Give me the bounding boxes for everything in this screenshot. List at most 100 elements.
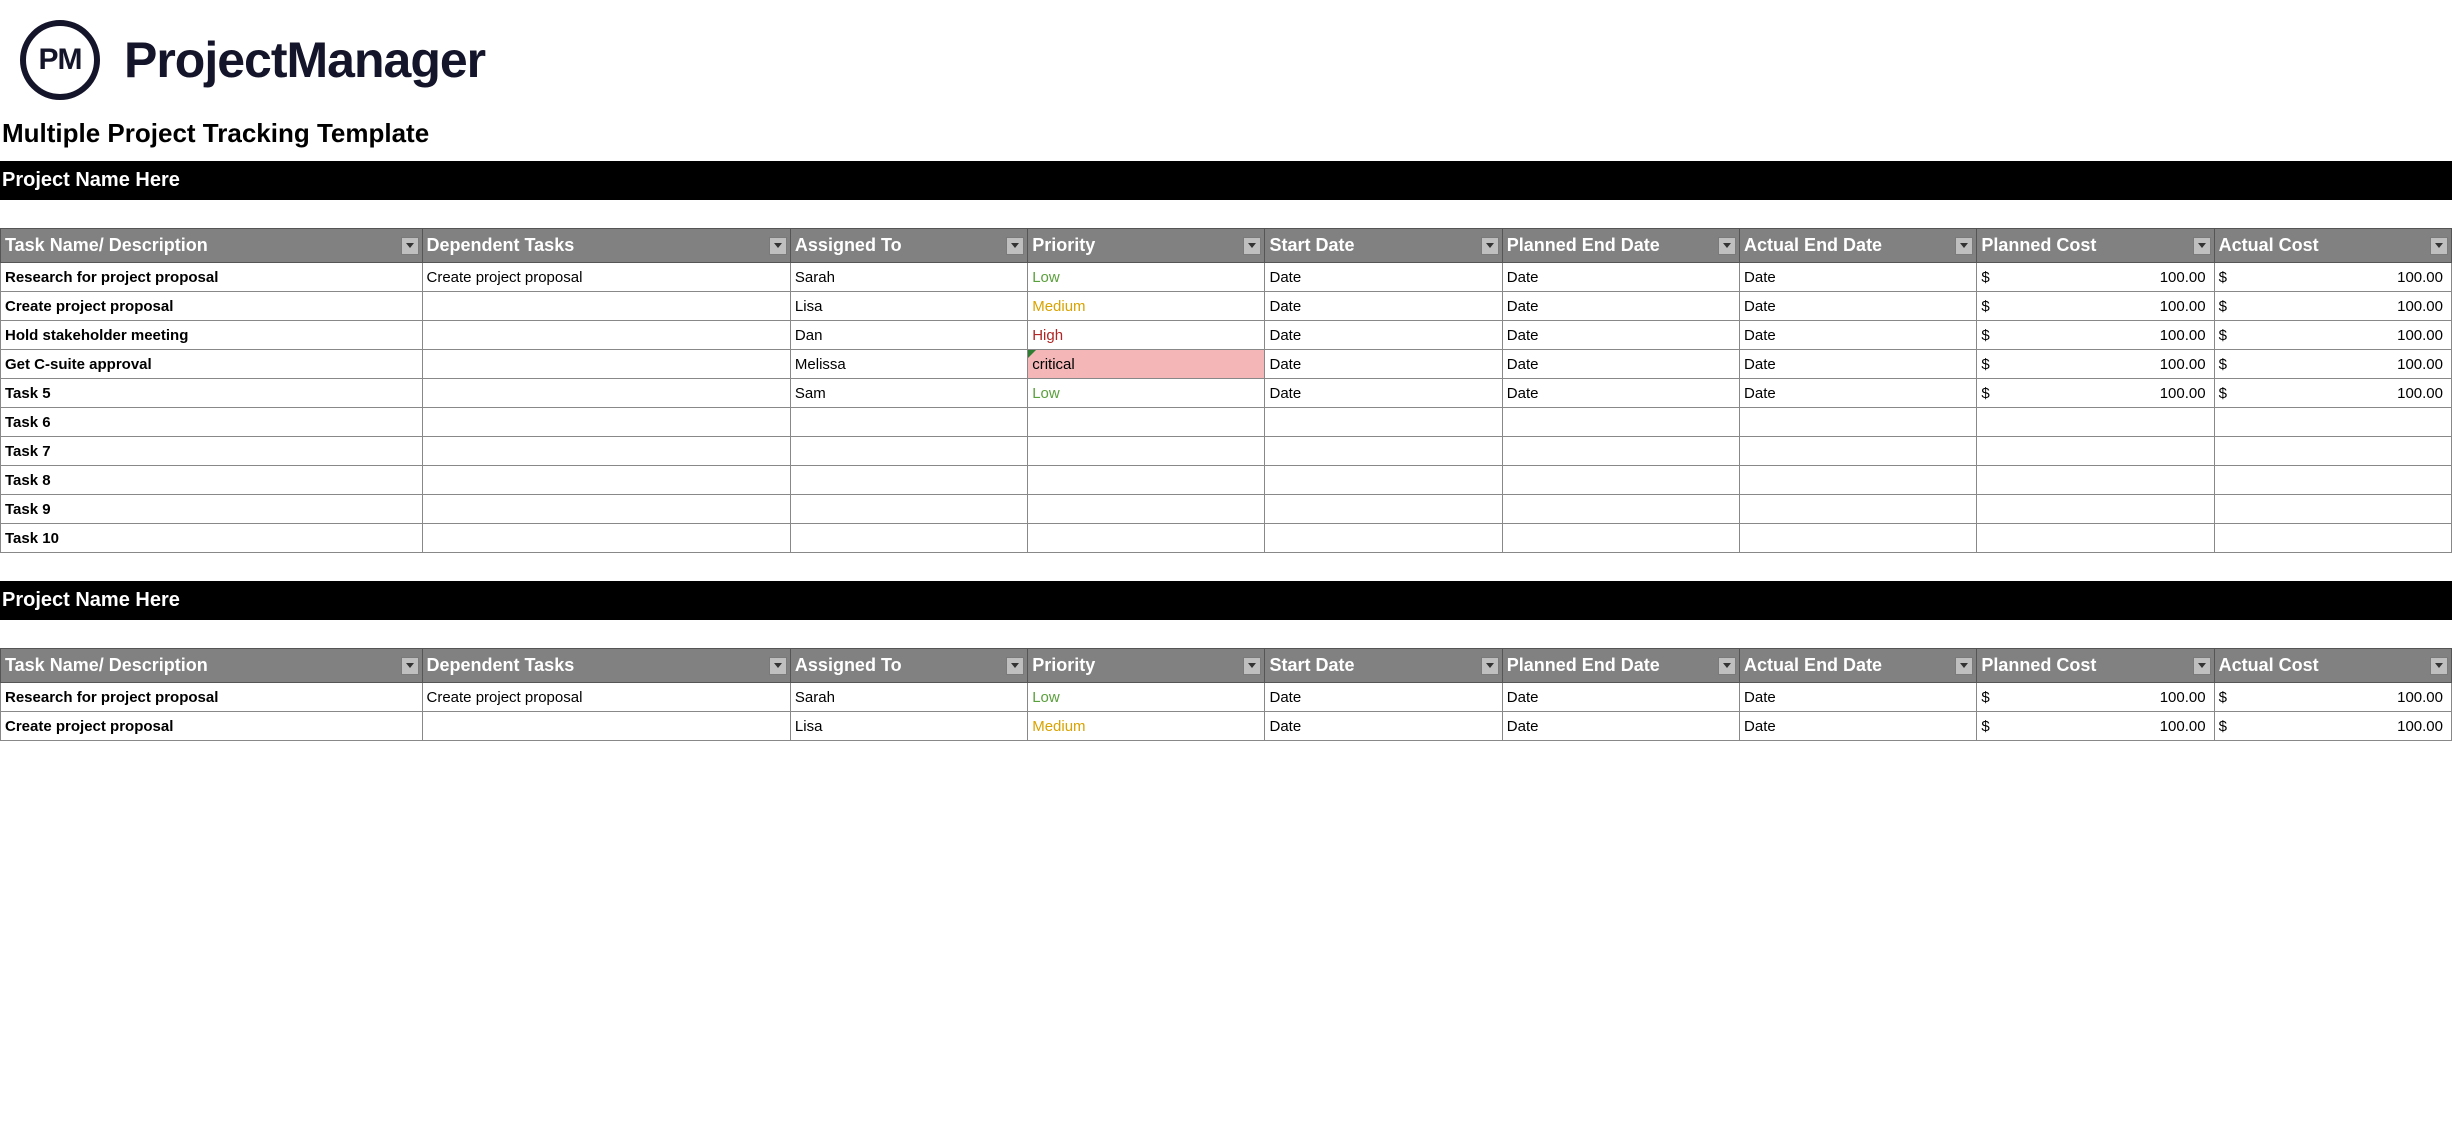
- start-date-cell[interactable]: Date: [1265, 263, 1502, 292]
- task-name-cell[interactable]: Task 9: [1, 495, 423, 524]
- filter-dropdown-icon[interactable]: [1006, 237, 1024, 255]
- priority-cell[interactable]: [1028, 437, 1265, 466]
- dependent-tasks-cell[interactable]: [422, 321, 790, 350]
- assigned-to-cell[interactable]: Sarah: [790, 683, 1027, 712]
- dependent-tasks-cell[interactable]: [422, 495, 790, 524]
- actual-end-date-cell[interactable]: [1740, 524, 1977, 553]
- planned-end-date-cell[interactable]: [1502, 466, 1739, 495]
- assigned-to-cell[interactable]: Lisa: [790, 292, 1027, 321]
- planned-end-date-cell[interactable]: Date: [1502, 350, 1739, 379]
- actual-end-date-cell[interactable]: Date: [1740, 292, 1977, 321]
- filter-dropdown-icon[interactable]: [1243, 237, 1261, 255]
- start-date-cell[interactable]: Date: [1265, 379, 1502, 408]
- planned-cost-cell[interactable]: [1977, 408, 2214, 437]
- actual-cost-cell[interactable]: $100.00: [2214, 379, 2451, 408]
- planned-cost-cell[interactable]: $100.00: [1977, 683, 2214, 712]
- assigned-to-cell[interactable]: Dan: [790, 321, 1027, 350]
- assigned-to-cell[interactable]: [790, 408, 1027, 437]
- assigned-to-cell[interactable]: Lisa: [790, 712, 1027, 741]
- actual-cost-cell[interactable]: [2214, 495, 2451, 524]
- task-name-cell[interactable]: Task 10: [1, 524, 423, 553]
- assigned-to-cell[interactable]: [790, 524, 1027, 553]
- dependent-tasks-cell[interactable]: [422, 524, 790, 553]
- planned-end-date-cell[interactable]: Date: [1502, 683, 1739, 712]
- filter-dropdown-icon[interactable]: [769, 657, 787, 675]
- planned-cost-cell[interactable]: $100.00: [1977, 350, 2214, 379]
- start-date-cell[interactable]: [1265, 524, 1502, 553]
- actual-end-date-cell[interactable]: [1740, 466, 1977, 495]
- planned-end-date-cell[interactable]: [1502, 408, 1739, 437]
- actual-end-date-cell[interactable]: Date: [1740, 379, 1977, 408]
- filter-dropdown-icon[interactable]: [1481, 237, 1499, 255]
- actual-cost-cell[interactable]: $100.00: [2214, 712, 2451, 741]
- planned-cost-cell[interactable]: [1977, 524, 2214, 553]
- actual-cost-cell[interactable]: $100.00: [2214, 350, 2451, 379]
- filter-dropdown-icon[interactable]: [1955, 237, 1973, 255]
- project-name-bar[interactable]: Project Name Here: [0, 161, 2452, 200]
- planned-cost-cell[interactable]: $100.00: [1977, 379, 2214, 408]
- dependent-tasks-cell[interactable]: [422, 379, 790, 408]
- planned-cost-cell[interactable]: [1977, 466, 2214, 495]
- filter-dropdown-icon[interactable]: [2430, 237, 2448, 255]
- actual-cost-cell[interactable]: [2214, 466, 2451, 495]
- planned-end-date-cell[interactable]: Date: [1502, 263, 1739, 292]
- actual-cost-cell[interactable]: [2214, 437, 2451, 466]
- priority-cell[interactable]: High: [1028, 321, 1265, 350]
- priority-cell[interactable]: Low: [1028, 683, 1265, 712]
- priority-cell[interactable]: [1028, 495, 1265, 524]
- assigned-to-cell[interactable]: [790, 495, 1027, 524]
- filter-dropdown-icon[interactable]: [401, 657, 419, 675]
- planned-cost-cell[interactable]: $100.00: [1977, 321, 2214, 350]
- dependent-tasks-cell[interactable]: [422, 712, 790, 741]
- priority-cell[interactable]: Low: [1028, 379, 1265, 408]
- task-name-cell[interactable]: Research for project proposal: [1, 263, 423, 292]
- task-name-cell[interactable]: Create project proposal: [1, 292, 423, 321]
- planned-cost-cell[interactable]: [1977, 437, 2214, 466]
- task-name-cell[interactable]: Task 6: [1, 408, 423, 437]
- filter-dropdown-icon[interactable]: [1006, 657, 1024, 675]
- planned-end-date-cell[interactable]: Date: [1502, 321, 1739, 350]
- actual-cost-cell[interactable]: [2214, 524, 2451, 553]
- assigned-to-cell[interactable]: [790, 437, 1027, 466]
- actual-end-date-cell[interactable]: [1740, 495, 1977, 524]
- filter-dropdown-icon[interactable]: [2193, 237, 2211, 255]
- assigned-to-cell[interactable]: Melissa: [790, 350, 1027, 379]
- priority-cell[interactable]: critical: [1028, 350, 1265, 379]
- filter-dropdown-icon[interactable]: [401, 237, 419, 255]
- dependent-tasks-cell[interactable]: [422, 466, 790, 495]
- dependent-tasks-cell[interactable]: [422, 408, 790, 437]
- actual-end-date-cell[interactable]: [1740, 408, 1977, 437]
- task-name-cell[interactable]: Research for project proposal: [1, 683, 423, 712]
- priority-cell[interactable]: [1028, 408, 1265, 437]
- task-name-cell[interactable]: Task 5: [1, 379, 423, 408]
- start-date-cell[interactable]: Date: [1265, 321, 1502, 350]
- actual-cost-cell[interactable]: $100.00: [2214, 292, 2451, 321]
- task-name-cell[interactable]: Hold stakeholder meeting: [1, 321, 423, 350]
- dependent-tasks-cell[interactable]: [422, 292, 790, 321]
- actual-end-date-cell[interactable]: [1740, 437, 1977, 466]
- task-name-cell[interactable]: Task 8: [1, 466, 423, 495]
- filter-dropdown-icon[interactable]: [2430, 657, 2448, 675]
- filter-dropdown-icon[interactable]: [2193, 657, 2211, 675]
- start-date-cell[interactable]: [1265, 437, 1502, 466]
- start-date-cell[interactable]: [1265, 495, 1502, 524]
- actual-end-date-cell[interactable]: Date: [1740, 712, 1977, 741]
- start-date-cell[interactable]: [1265, 466, 1502, 495]
- start-date-cell[interactable]: Date: [1265, 683, 1502, 712]
- planned-cost-cell[interactable]: $100.00: [1977, 263, 2214, 292]
- filter-dropdown-icon[interactable]: [1243, 657, 1261, 675]
- priority-cell[interactable]: Medium: [1028, 712, 1265, 741]
- actual-end-date-cell[interactable]: Date: [1740, 683, 1977, 712]
- project-name-bar[interactable]: Project Name Here: [0, 581, 2452, 620]
- actual-cost-cell[interactable]: $100.00: [2214, 263, 2451, 292]
- assigned-to-cell[interactable]: Sam: [790, 379, 1027, 408]
- priority-cell[interactable]: Low: [1028, 263, 1265, 292]
- actual-cost-cell[interactable]: $100.00: [2214, 683, 2451, 712]
- filter-dropdown-icon[interactable]: [1955, 657, 1973, 675]
- dependent-tasks-cell[interactable]: [422, 437, 790, 466]
- actual-cost-cell[interactable]: [2214, 408, 2451, 437]
- planned-end-date-cell[interactable]: [1502, 524, 1739, 553]
- start-date-cell[interactable]: [1265, 408, 1502, 437]
- task-name-cell[interactable]: Create project proposal: [1, 712, 423, 741]
- priority-cell[interactable]: Medium: [1028, 292, 1265, 321]
